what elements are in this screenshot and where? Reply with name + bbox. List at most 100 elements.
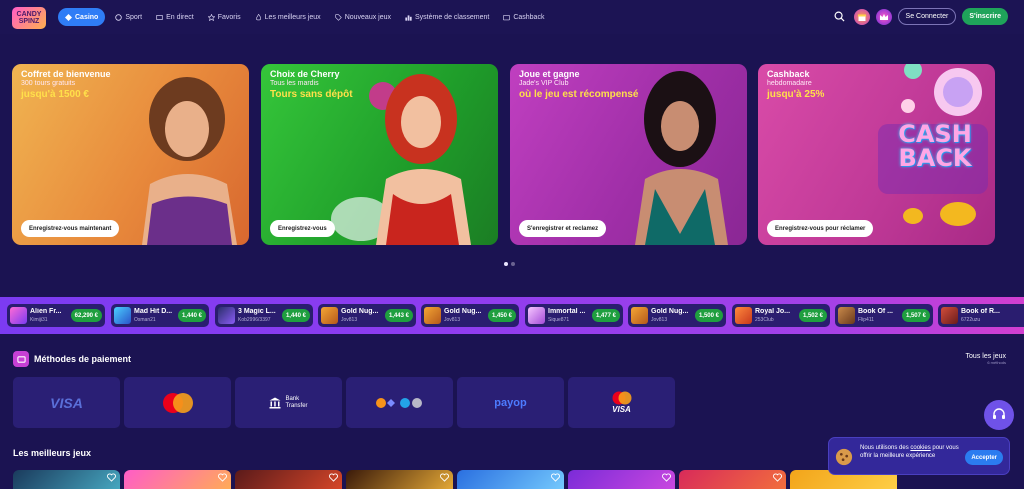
payop-logo: payop [494,396,527,409]
cookie-banner: Nous utilisons des cookies pour vous off… [828,437,1010,475]
nav-casino[interactable]: Casino [58,8,106,26]
game-card[interactable] [457,470,564,489]
nav-ranking[interactable]: Système de classement [401,8,493,26]
promo-offer: où le jeu est récompensé [519,89,639,100]
win-user: 253Club [755,317,774,323]
win-game-name: Royal Jo... [755,308,791,315]
win-game-name: Gold Nug... [651,308,689,315]
carousel-dot[interactable] [504,262,508,266]
search-button[interactable] [832,9,848,25]
gift-button[interactable] [853,8,870,25]
payment-crypto[interactable] [346,377,453,428]
site-logo[interactable]: CANDY SPINZ [12,7,46,29]
win-item[interactable]: Gold Nug... Jov813 1,443 € [318,304,416,327]
game-thumbnail [114,307,131,324]
header-actions: Se Connecter S'inscrire [832,8,1008,25]
nav-cashback-label: Cashback [513,13,545,21]
see-all-label: Tous les jeux [965,353,1006,360]
heart-icon[interactable] [107,473,116,482]
gift-icon [857,14,866,21]
heart-icon[interactable] [329,473,338,482]
payment-visa[interactable]: VISA [13,377,120,428]
star-icon [207,13,215,21]
win-amount: 1,440 € [281,309,310,322]
payment-payop[interactable]: payop [457,377,564,428]
promo-register-button[interactable]: Enregistrez-vous maintenant [21,220,120,237]
heart-icon[interactable] [662,473,671,482]
payment-see-all[interactable]: Tous les jeux 6 méthods [966,353,1006,365]
nav-sport[interactable]: Sport [111,8,146,26]
game-thumbnail [941,307,958,324]
vip-button[interactable] [875,8,892,25]
promo-card-cherry[interactable]: Choix de Cherry Tous les mardis Tours sa… [261,64,498,245]
visa-logo: VISA [50,394,83,411]
win-item[interactable]: Book Of ... Flip411 1,507 € [835,304,933,327]
game-card[interactable] [568,470,675,489]
bank-icon [269,397,281,408]
best-games-row [13,470,897,489]
diamond-icon [65,13,72,21]
game-thumbnail [321,307,338,324]
cookie-link[interactable]: cookies [910,445,930,451]
heart-icon[interactable] [218,473,227,482]
win-item[interactable]: 3 Magic L... Kob2996/3397 1,440 € [215,304,313,327]
visa-small-logo: VISA [612,405,631,414]
heart-icon[interactable] [773,473,782,482]
win-game-name: Gold Nug... [444,308,482,315]
game-card[interactable] [346,470,453,489]
nav-cashback[interactable]: Cashback [499,8,548,26]
nav-new-games[interactable]: Nouveaux jeux [331,8,395,26]
carousel-dot[interactable] [511,262,515,266]
promo-card-vip[interactable]: Joue et gagne Jade's VIP Club où le jeu … [510,64,747,245]
win-amount: 1,507 € [901,309,930,322]
promo-register-button[interactable]: Enregistrez-vous [270,220,335,237]
win-item[interactable]: Book of R... 6722uzu [938,304,1024,327]
accept-cookies-button[interactable]: Accepter [965,450,1003,465]
flame-icon [255,13,261,20]
payment-mastercard[interactable] [124,377,231,428]
support-chat-button[interactable] [984,400,1014,430]
win-item[interactable]: Gold Nug... Jov813 1,450 € [421,304,519,327]
win-user: Jov813 [341,317,358,323]
game-card[interactable] [13,470,120,489]
see-all-count: 6 méthods [987,360,1006,365]
win-item[interactable]: Gold Nug... Jov813 1,500 € [628,304,726,327]
ball-icon [115,13,123,21]
cashback-logo-art: CASH BACK [898,120,972,172]
game-card[interactable] [124,470,231,489]
promo-register-button[interactable]: S'enregistrer et reclamez [519,220,607,237]
nav-live[interactable]: En direct [152,8,198,26]
game-card[interactable] [235,470,342,489]
promo-card-welcome[interactable]: Coffret de bienvenue 300 tours gratuits … [12,64,249,245]
nav-best-games[interactable]: Les meilleurs jeux [251,8,325,26]
heart-icon[interactable] [551,473,560,482]
heart-icon[interactable] [440,473,449,482]
logo-text: CANDY SPINZ [16,11,42,25]
payment-bank-transfer[interactable]: Bank Transfer [235,377,342,428]
win-item[interactable]: Royal Jo... 253Club 1,502 € [732,304,830,327]
payment-mastercard-visa[interactable]: VISA [568,377,675,428]
win-amount: 1,477 € [591,309,620,322]
nav-ranking-label: Système de classement [415,13,490,21]
win-item[interactable]: Immortal ... Sique871 1,477 € [525,304,623,327]
live-icon [156,14,163,20]
win-item[interactable]: Alien Fr... Kimiji31 62,290 € [7,304,105,327]
win-item[interactable]: Mad Hit D... Osman21 1,440 € [111,304,209,327]
promo-register-button[interactable]: Enregistrez-vous pour réclamer [767,220,874,237]
bank-line-2: Transfer [285,402,308,409]
game-card[interactable] [679,470,786,489]
game-thumbnail [424,307,441,324]
nav-favorites[interactable]: Favoris [204,8,245,26]
promo-offer: jusqu'à 1500 € [21,89,89,100]
signup-button[interactable]: S'inscrire [962,8,1008,25]
win-amount: 1,450 € [487,309,516,322]
nav-best-games-label: Les meilleurs jeux [264,13,321,21]
bank-line-1: Bank [285,395,300,402]
search-icon [834,11,845,22]
promo-card-cashback[interactable]: CASH BACK Cashback hebdomadaire jusqu'à 2… [758,64,995,245]
cookie-icon [835,448,853,466]
promo-title: Coffret de bienvenue [21,69,111,79]
win-game-name: Book of R... [961,308,1000,315]
game-thumbnail [631,307,648,324]
login-button[interactable]: Se Connecter [897,8,957,25]
